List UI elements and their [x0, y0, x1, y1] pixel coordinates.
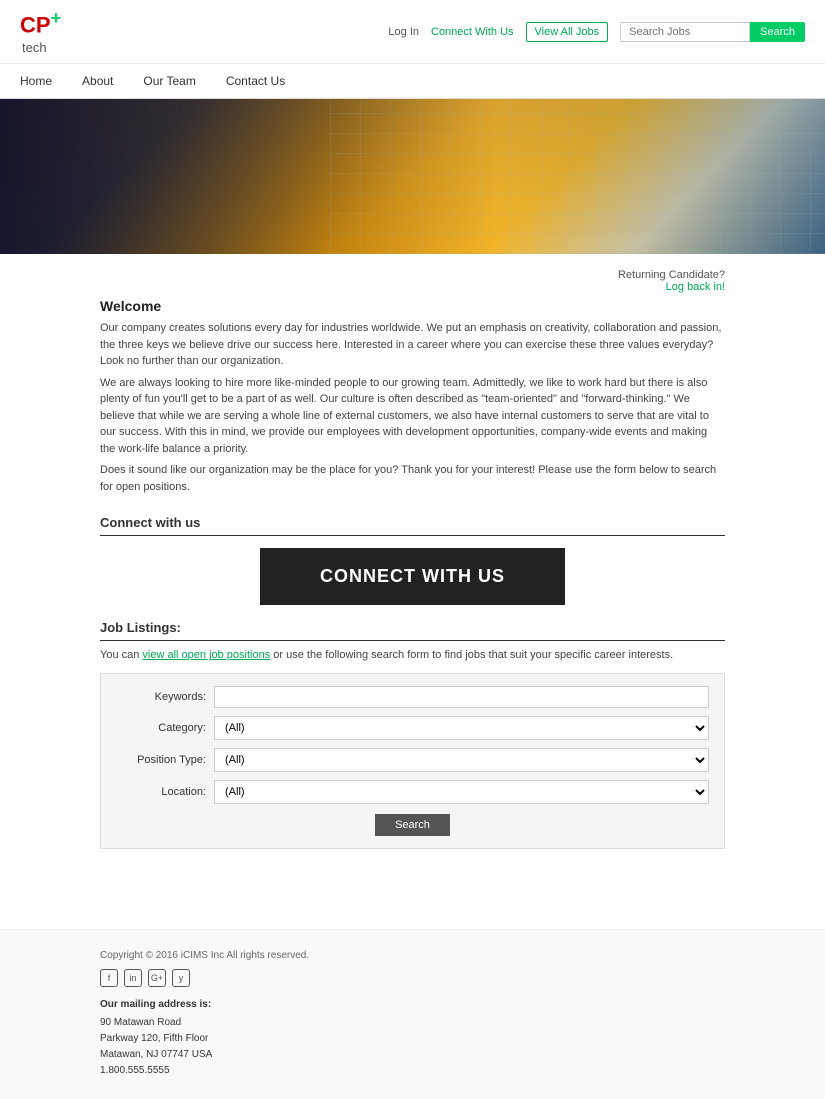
- desc-before: You can: [100, 649, 142, 661]
- connect-section: Connect with us CONNECT WITH US: [100, 515, 725, 605]
- view-all-button[interactable]: View All Jobs: [526, 22, 609, 42]
- hero-banner: [0, 99, 825, 254]
- welcome-p1: Our company creates solutions every day …: [100, 320, 725, 370]
- keywords-label: Keywords:: [116, 691, 206, 703]
- connect-big-button[interactable]: CONNECT WITH US: [260, 548, 565, 605]
- main-content: Returning Candidate? Log back in! Welcom…: [0, 254, 825, 889]
- form-search-button[interactable]: Search: [375, 814, 450, 836]
- category-label: Category:: [116, 722, 206, 734]
- connect-link[interactable]: Connect With Us: [431, 26, 514, 38]
- hero-grid: [330, 99, 825, 254]
- welcome-p3: Does it sound like our organization may …: [100, 462, 725, 495]
- job-listings-desc: You can view all open job positions or u…: [100, 649, 725, 661]
- job-listings-heading: Job Listings:: [100, 620, 725, 641]
- form-search-row: Search: [116, 814, 709, 836]
- logo-plus: +: [51, 8, 62, 28]
- position-type-select[interactable]: (All): [214, 748, 709, 772]
- welcome-heading: Welcome: [100, 298, 725, 314]
- footer-address: Our mailing address is: 90 Matawan Road …: [100, 997, 725, 1079]
- nav-our-team[interactable]: Our Team: [143, 64, 195, 98]
- logo-p: P: [36, 12, 51, 37]
- address-line-4: 1.800.555.5555: [100, 1065, 170, 1076]
- facebook-icon[interactable]: f: [100, 969, 118, 987]
- connect-btn-container: CONNECT WITH US: [100, 548, 725, 605]
- logo: CP+ tech: [20, 8, 61, 55]
- nav-about[interactable]: About: [82, 64, 113, 98]
- returning-text: Returning Candidate?: [618, 269, 725, 281]
- welcome-p2: We are always looking to hire more like-…: [100, 375, 725, 458]
- position-type-row: Position Type: (All): [116, 748, 709, 772]
- logo-tech: tech: [22, 40, 61, 55]
- footer: Copyright © 2016 iCIMS Inc All rights re…: [0, 929, 825, 1099]
- search-bar: Search: [620, 22, 805, 42]
- login-link[interactable]: Log In: [388, 26, 419, 38]
- nav-home[interactable]: Home: [20, 64, 52, 98]
- location-row: Location: (All): [116, 780, 709, 804]
- keywords-input[interactable]: [214, 686, 709, 708]
- top-nav: Log In Connect With Us View All Jobs Sea…: [388, 22, 805, 42]
- top-bar: CP+ tech Log In Connect With Us View All…: [0, 0, 825, 64]
- job-search-form: Keywords: Category: (All) Position Type:…: [100, 673, 725, 849]
- search-button[interactable]: Search: [750, 22, 805, 42]
- linkedin-icon[interactable]: in: [124, 969, 142, 987]
- main-nav: Home About Our Team Contact Us: [0, 64, 825, 99]
- search-input[interactable]: [620, 22, 750, 42]
- footer-copyright: Copyright © 2016 iCIMS Inc All rights re…: [100, 950, 725, 961]
- connect-heading: Connect with us: [100, 515, 725, 536]
- googleplus-icon[interactable]: G+: [148, 969, 166, 987]
- returning-candidate: Returning Candidate? Log back in!: [100, 269, 725, 293]
- social-icons: f in G+ y: [100, 969, 725, 987]
- address-line-1: 90 Matawan Road: [100, 1017, 181, 1028]
- log-back-in-link[interactable]: Log back in!: [666, 281, 725, 293]
- desc-after: or use the following search form to find…: [270, 649, 673, 661]
- location-label: Location:: [116, 786, 206, 798]
- location-select[interactable]: (All): [214, 780, 709, 804]
- address-line-3: Matawan, NJ 07747 USA: [100, 1049, 212, 1060]
- mailing-label: Our mailing address is:: [100, 997, 725, 1013]
- youtube-icon[interactable]: y: [172, 969, 190, 987]
- job-listings: Job Listings: You can view all open job …: [100, 620, 725, 849]
- nav-contact-us[interactable]: Contact Us: [226, 64, 285, 98]
- address-line-2: Parkway 120, Fifth Floor: [100, 1033, 208, 1044]
- logo-c: C: [20, 12, 36, 37]
- view-all-positions-link[interactable]: view all open job positions: [142, 649, 270, 661]
- welcome-section: Welcome Our company creates solutions ev…: [100, 298, 725, 495]
- keywords-row: Keywords:: [116, 686, 709, 708]
- position-type-label: Position Type:: [116, 754, 206, 766]
